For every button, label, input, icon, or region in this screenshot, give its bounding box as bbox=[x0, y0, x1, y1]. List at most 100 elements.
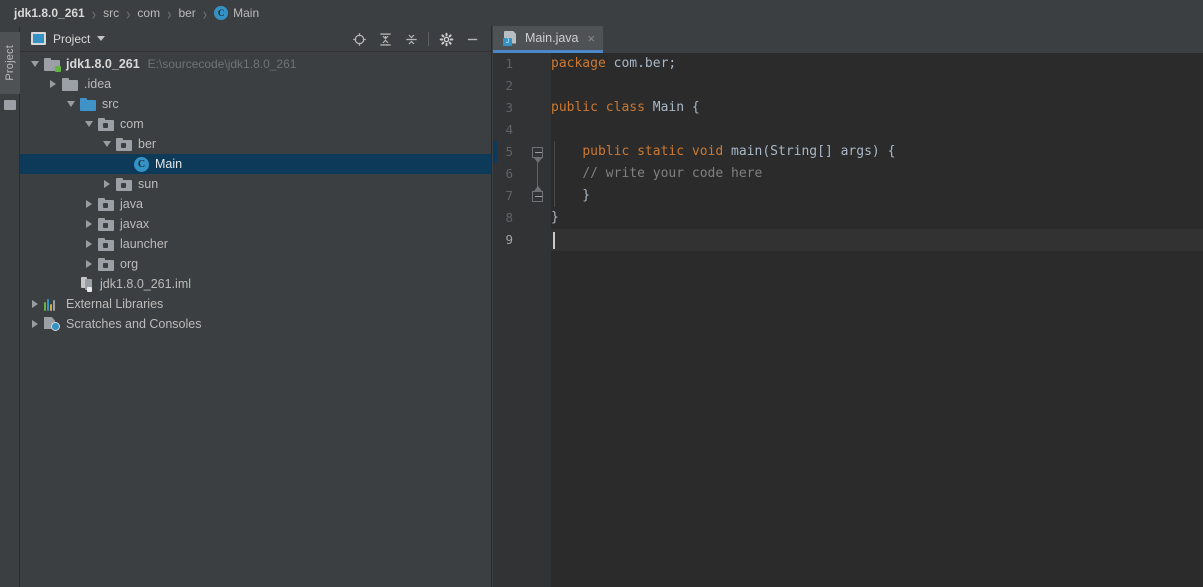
project-panel-header: Project bbox=[20, 26, 491, 52]
breadcrumb-item-project[interactable]: jdk1.8.0_261 bbox=[12, 0, 87, 26]
code-line: package com.ber; bbox=[551, 53, 676, 75]
editor-area: J Main.java × 1 2 3 4 5 6 7 8 9 package … bbox=[493, 26, 1203, 587]
minimize-icon[interactable] bbox=[459, 27, 485, 51]
project-panel-title-group[interactable]: Project bbox=[20, 31, 106, 46]
twisty-closed-icon[interactable] bbox=[80, 194, 98, 214]
breadcrumb-label: com bbox=[137, 6, 161, 20]
code-token: public class bbox=[551, 100, 653, 115]
code-token: package bbox=[551, 56, 614, 71]
java-file-icon: J bbox=[503, 30, 518, 46]
tree-row[interactable]: javax bbox=[20, 214, 491, 234]
twisty-closed-icon[interactable] bbox=[26, 294, 44, 314]
twisty-closed-icon[interactable] bbox=[80, 254, 98, 274]
line-number-current: 9 bbox=[505, 232, 513, 247]
package-icon bbox=[98, 197, 114, 211]
tree-row-external-libraries[interactable]: External Libraries bbox=[20, 294, 491, 314]
tree-row[interactable]: jdk1.8.0_261.iml bbox=[20, 274, 491, 294]
expand-all-icon[interactable] bbox=[372, 27, 398, 51]
gear-icon[interactable] bbox=[433, 27, 459, 51]
fold-marker-end-icon[interactable] bbox=[532, 186, 543, 202]
tree-row-label: org bbox=[120, 257, 139, 271]
tree-row[interactable]: ber bbox=[20, 134, 491, 154]
breadcrumb-separator-icon: › bbox=[167, 2, 172, 24]
tree-row-selected-main[interactable]: C Main bbox=[20, 154, 491, 174]
editor-tab-main-java[interactable]: J Main.java × bbox=[493, 26, 604, 53]
package-icon bbox=[98, 117, 114, 131]
module-folder-icon bbox=[44, 57, 61, 72]
code-token: public static void bbox=[582, 144, 732, 159]
line-number: 7 bbox=[505, 188, 513, 203]
tree-row[interactable]: com bbox=[20, 114, 491, 134]
twisty-open-icon[interactable] bbox=[26, 54, 44, 74]
tree-row[interactable]: .idea bbox=[20, 74, 491, 94]
breadcrumb-item-com[interactable]: com bbox=[135, 0, 162, 26]
code-editor[interactable]: 1 2 3 4 5 6 7 8 9 package com.ber; publi… bbox=[493, 53, 1203, 587]
package-icon bbox=[98, 217, 114, 231]
project-icon bbox=[31, 32, 46, 45]
locate-icon[interactable] bbox=[346, 27, 372, 51]
project-panel-toolbar bbox=[346, 26, 485, 52]
class-icon: C bbox=[214, 6, 229, 20]
line-number: 6 bbox=[505, 166, 513, 181]
collapse-all-icon[interactable] bbox=[398, 27, 424, 51]
code-token: com.ber; bbox=[613, 56, 677, 71]
tree-row-label: jdk1.8.0_261 bbox=[66, 57, 140, 71]
project-tool-window: Project jdk1.8.0_261 E:\sourcecode\jdk1.… bbox=[20, 26, 492, 587]
line-number: 8 bbox=[505, 210, 513, 225]
twisty-open-icon[interactable] bbox=[80, 114, 98, 134]
stripe-button-project[interactable]: Project bbox=[0, 32, 20, 94]
breadcrumb-item-ber[interactable]: ber bbox=[176, 0, 197, 26]
twisty-closed-icon[interactable] bbox=[80, 214, 98, 234]
tree-row-label: jdk1.8.0_261.iml bbox=[100, 277, 192, 291]
tree-row[interactable]: jdk1.8.0_261 E:\sourcecode\jdk1.8.0_261 bbox=[20, 54, 491, 74]
tool-window-stripe-left: Project bbox=[0, 26, 20, 587]
twisty-closed-icon[interactable] bbox=[98, 174, 116, 194]
structure-icon[interactable] bbox=[4, 100, 16, 110]
tree-row-scratches[interactable]: Scratches and Consoles bbox=[20, 314, 491, 334]
editor-tab-bar-empty bbox=[603, 26, 1203, 53]
java-badge: J bbox=[503, 37, 512, 46]
tree-row-label: launcher bbox=[120, 237, 168, 251]
breadcrumb-separator-icon: › bbox=[91, 2, 97, 24]
tree-row[interactable]: src bbox=[20, 94, 491, 114]
twisty-closed-icon[interactable] bbox=[26, 314, 44, 334]
package-icon bbox=[98, 257, 114, 271]
code-token-comment: // write your code here bbox=[582, 166, 763, 181]
editor-tab-bar: J Main.java × bbox=[493, 26, 1203, 53]
twisty-closed-icon[interactable] bbox=[44, 74, 62, 94]
project-panel-title: Project bbox=[53, 31, 91, 46]
twisty-open-icon[interactable] bbox=[62, 94, 80, 114]
close-icon[interactable]: × bbox=[588, 32, 596, 45]
code-text[interactable]: package com.ber; public class Main { pub… bbox=[551, 53, 1203, 587]
tree-row-label: External Libraries bbox=[66, 297, 164, 311]
editor-gutter[interactable]: 1 2 3 4 5 6 7 8 9 bbox=[493, 53, 551, 587]
text-caret bbox=[553, 232, 555, 249]
code-token: } bbox=[551, 188, 591, 203]
tree-row-label: sun bbox=[138, 177, 159, 191]
iml-file-icon bbox=[80, 276, 94, 292]
tree-row[interactable]: java bbox=[20, 194, 491, 214]
ide-window: jdk1.8.0_261 › src › com › ber › C Main … bbox=[0, 0, 1203, 587]
twisty-open-icon[interactable] bbox=[98, 134, 116, 154]
project-tree: jdk1.8.0_261 E:\sourcecode\jdk1.8.0_261 … bbox=[20, 52, 491, 334]
tree-row[interactable]: sun bbox=[20, 174, 491, 194]
code-line: // write your code here bbox=[551, 163, 762, 185]
chevron-down-icon[interactable] bbox=[97, 36, 106, 41]
tree-row[interactable]: org bbox=[20, 254, 491, 274]
breadcrumb-label: Main bbox=[233, 6, 260, 20]
tree-row-label: Scratches and Consoles bbox=[66, 317, 202, 331]
code-token: } bbox=[551, 210, 559, 225]
tree-row-label: Main bbox=[155, 157, 183, 171]
package-icon bbox=[116, 137, 132, 151]
breadcrumb-item-src[interactable]: src bbox=[101, 0, 121, 26]
package-icon bbox=[116, 177, 132, 191]
fold-marker-collapse-icon[interactable] bbox=[532, 147, 543, 163]
tree-row-label: com bbox=[120, 117, 144, 131]
tree-row-label: .idea bbox=[84, 77, 112, 91]
code-line: public class Main { bbox=[551, 97, 700, 119]
twisty-closed-icon[interactable] bbox=[80, 234, 98, 254]
editor-tab-label: Main.java bbox=[525, 31, 579, 45]
line-number: 2 bbox=[505, 78, 513, 93]
tree-row[interactable]: launcher bbox=[20, 234, 491, 254]
breadcrumb-item-main[interactable]: C Main bbox=[212, 0, 261, 26]
